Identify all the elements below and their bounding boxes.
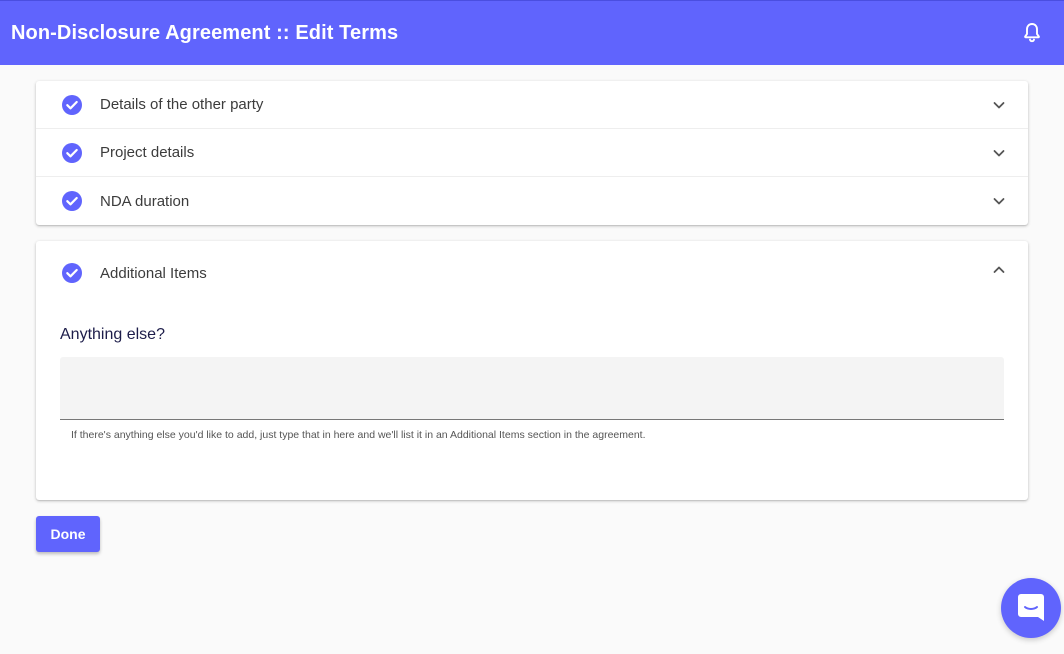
chevron-down-icon[interactable] [992,194,1006,208]
sections-card: Details of the other party Project detai… [36,81,1028,225]
additional-items-card: Additional Items Anything else? If there… [36,241,1028,500]
app-header: Non-Disclosure Agreement :: Edit Terms [0,0,1064,65]
section-label: Details of the other party [100,96,264,113]
chevron-up-icon[interactable] [992,263,1006,277]
chevron-down-icon[interactable] [992,146,1006,160]
section-label: Additional Items [100,265,207,282]
check-circle-icon [62,263,82,283]
question-label: Anything else? [60,326,165,343]
check-circle-icon [62,142,82,163]
section-label: Project details [100,144,195,161]
chat-launcher-button[interactable] [1001,578,1061,638]
section-additional-items[interactable]: Additional Items [36,241,1028,305]
section-nda-duration[interactable]: NDA duration [36,177,1028,225]
section-other-party[interactable]: Details of the other party [36,81,1028,129]
section-label: NDA duration [100,192,190,210]
section-project-details[interactable]: Project details [36,129,1028,177]
additional-items-textarea[interactable] [60,357,1004,420]
done-button[interactable]: Done [36,516,100,552]
check-circle-icon [62,191,82,211]
check-circle-icon [62,94,82,115]
hint-text: If there's anything else you'd like to a… [71,429,646,441]
chevron-down-icon[interactable] [992,98,1006,112]
bell-icon[interactable] [1020,21,1044,45]
chat-icon [1018,594,1044,621]
page-title: Non-Disclosure Agreement :: Edit Terms [11,21,399,44]
